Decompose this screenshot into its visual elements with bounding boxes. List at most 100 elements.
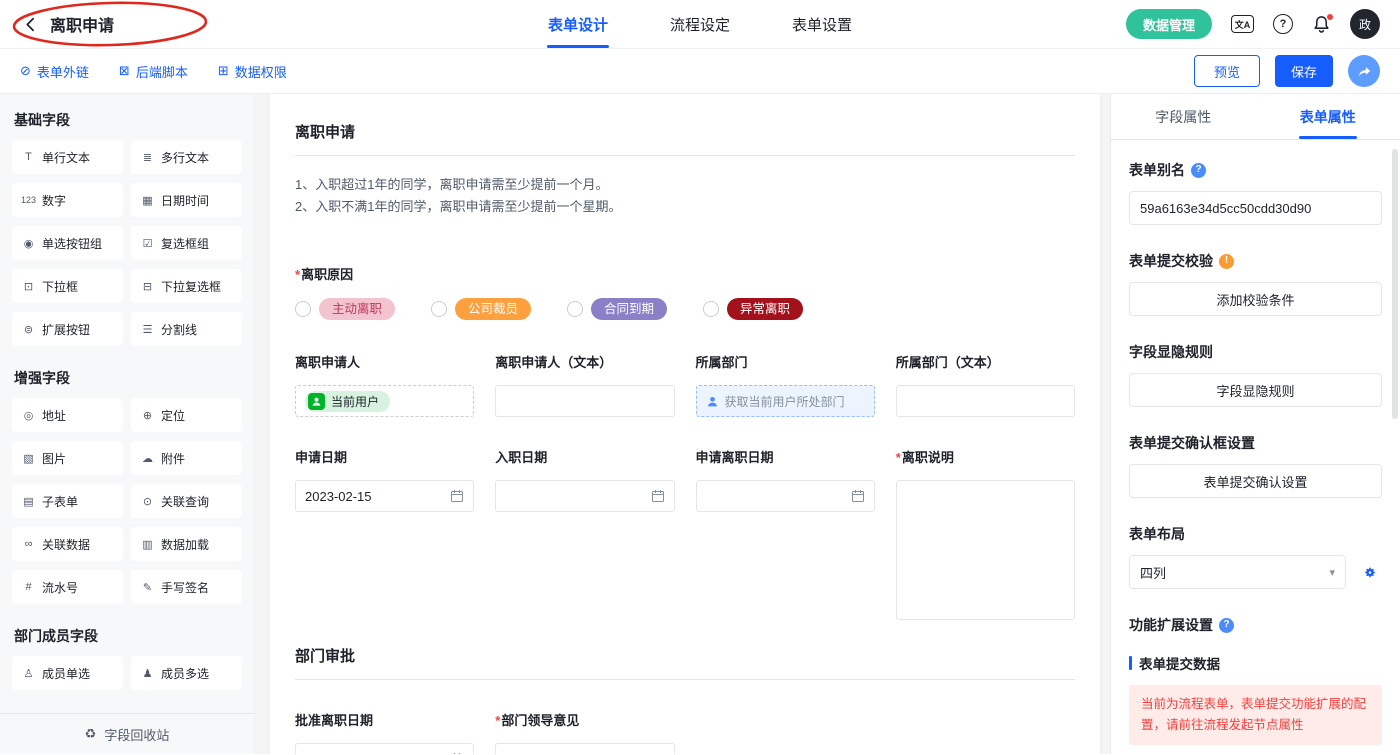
- form-toolbar: ⊘ 表单外链 ⊠ 后端脚本 ⊞ 数据权限 预览 保存: [0, 49, 1400, 94]
- radio-option-contract-end[interactable]: 合同到期: [567, 298, 667, 320]
- resign-reason-options: 主动离职 公司裁员 合同到期 异常离职: [295, 298, 1075, 320]
- department-input[interactable]: 获取当前用户所处部门: [696, 385, 875, 417]
- approve-date-input[interactable]: [295, 743, 474, 754]
- field-resign-note: *离职说明: [896, 449, 1075, 620]
- calendar-icon: [851, 489, 865, 503]
- data-permission-link[interactable]: ⊞ 数据权限: [218, 62, 287, 81]
- leader-opinion-textarea[interactable]: [495, 743, 674, 754]
- field-type-image[interactable]: ▧图片: [12, 441, 123, 475]
- field-type-single-line-text[interactable]: T单行文本: [12, 140, 123, 174]
- enhanced-fields-grid: ◎地址 ⊕定位 ▧图片 ☁附件 ▤子表单 ⊙关联查询 ∞关联数据 ▥数据加载 #…: [12, 398, 242, 604]
- field-type-data-load[interactable]: ▥数据加载: [131, 527, 242, 561]
- linked-query-icon: ⊙: [140, 495, 155, 508]
- validation-warning-icon[interactable]: !: [1219, 254, 1234, 269]
- option-pill: 公司裁员: [455, 298, 531, 320]
- current-user-tag: 当前用户: [305, 391, 390, 412]
- checkbox-group-icon: ☑: [140, 237, 155, 250]
- option-pill: 主动离职: [319, 298, 395, 320]
- calendar-icon: [651, 489, 665, 503]
- field-type-address[interactable]: ◎地址: [12, 398, 123, 432]
- extension-help-icon[interactable]: ?: [1219, 618, 1234, 633]
- back-icon[interactable]: [20, 14, 40, 34]
- submit-confirm-button[interactable]: 表单提交确认设置: [1129, 464, 1382, 498]
- field-type-attachment[interactable]: ☁附件: [131, 441, 242, 475]
- field-visibility-button[interactable]: 字段显隐规则: [1129, 373, 1382, 407]
- preview-button[interactable]: 预览: [1194, 55, 1260, 87]
- attachment-icon: ☁: [140, 452, 155, 465]
- field-department: 所属部门 获取当前用户所处部门: [696, 354, 875, 417]
- layout-select[interactable]: 四列 ▾: [1129, 555, 1346, 589]
- field-type-member-multi[interactable]: ♟成员多选: [131, 656, 242, 690]
- form-layout-group: 表单布局 四列 ▾: [1129, 524, 1382, 589]
- radio-icon[interactable]: [431, 301, 447, 317]
- form-external-link[interactable]: ⊘ 表单外链: [20, 62, 89, 81]
- tab-form-setting[interactable]: 表单设置: [792, 0, 852, 48]
- field-type-extend-button[interactable]: ⊜扩展按钮: [12, 312, 123, 346]
- resign-date-input[interactable]: [696, 480, 875, 512]
- radio-icon[interactable]: [703, 301, 719, 317]
- applicant-input[interactable]: 当前用户: [295, 385, 474, 417]
- form-canvas: 离职申请 1、入职超过1年的同学，离职申请需至少提前一个月。 2、入职不满1年的…: [255, 94, 1110, 754]
- field-type-divider[interactable]: ☰分割线: [131, 312, 242, 346]
- field-type-multi-line-text[interactable]: ≣多行文本: [131, 140, 242, 174]
- resign-note-textarea[interactable]: [896, 480, 1075, 620]
- image-icon: ▧: [21, 452, 36, 465]
- tab-form-properties[interactable]: 表单属性: [1256, 94, 1400, 139]
- header-right: 数据管理 文A ? 政: [1126, 9, 1380, 39]
- divider-icon: ☰: [140, 323, 155, 336]
- notification-bell-icon[interactable]: [1312, 15, 1331, 34]
- field-type-linked-data[interactable]: ∞关联数据: [12, 527, 123, 561]
- help-icon[interactable]: ?: [1273, 14, 1293, 34]
- radio-option-abnormal[interactable]: 异常离职: [703, 298, 803, 320]
- tab-form-design[interactable]: 表单设计: [548, 0, 608, 48]
- field-type-location[interactable]: ⊕定位: [131, 398, 242, 432]
- field-type-serial-number[interactable]: #流水号: [12, 570, 123, 604]
- save-button[interactable]: 保存: [1275, 55, 1333, 87]
- toolbar-actions: 预览 保存: [1194, 55, 1380, 87]
- field-type-datetime[interactable]: ▦日期时间: [131, 183, 242, 217]
- field-type-subform[interactable]: ▤子表单: [12, 484, 123, 518]
- alias-help-icon[interactable]: ?: [1191, 163, 1206, 178]
- radio-icon[interactable]: [295, 301, 311, 317]
- properties-body: 表单别名 ? 表单提交校验 ! 添加校验条件 字段显隐规则 字段显隐规则 表单: [1111, 140, 1400, 754]
- data-load-icon: ▥: [140, 538, 155, 551]
- field-resign-date: 申请离职日期: [696, 449, 875, 512]
- option-pill: 合同到期: [591, 298, 667, 320]
- submit-data-subheading: 表单提交数据: [1129, 653, 1382, 673]
- required-mark: *: [495, 713, 500, 728]
- field-type-select[interactable]: ⊡下拉框: [12, 269, 123, 303]
- form-description: 1、入职超过1年的同学，离职申请需至少提前一个月。 2、入职不满1年的同学，离职…: [295, 174, 1075, 218]
- field-type-multi-select[interactable]: ⊟下拉复选框: [131, 269, 242, 303]
- tab-flow-setting[interactable]: 流程设定: [670, 0, 730, 48]
- field-recycle-bin[interactable]: ♻ 字段回收站: [0, 713, 254, 754]
- language-icon[interactable]: 文A: [1231, 15, 1254, 33]
- department-text-input[interactable]: [896, 385, 1075, 417]
- tab-field-properties[interactable]: 字段属性: [1111, 94, 1256, 139]
- radio-option-voluntary[interactable]: 主动离职: [295, 298, 395, 320]
- radio-icon[interactable]: [567, 301, 583, 317]
- single-line-text-icon: T: [21, 151, 36, 163]
- backend-script-link[interactable]: ⊠ 后端脚本: [119, 62, 188, 81]
- radio-option-layoff[interactable]: 公司裁员: [431, 298, 531, 320]
- field-type-radio-group[interactable]: ◉单选按钮组: [12, 226, 123, 260]
- field-type-number[interactable]: 123数字: [12, 183, 123, 217]
- share-icon: [1357, 64, 1372, 79]
- hire-date-input[interactable]: [495, 480, 674, 512]
- field-hire-date: 入职日期: [495, 449, 674, 512]
- share-button[interactable]: [1348, 55, 1380, 87]
- department-user-icon: [706, 395, 719, 408]
- field-type-signature[interactable]: ✎手写签名: [131, 570, 242, 604]
- applicant-text-input[interactable]: [495, 385, 674, 417]
- extension-settings-group: 功能扩展设置 ? 表单提交数据 当前为流程表单，表单提交功能扩展的配置，请前往流…: [1129, 615, 1382, 754]
- add-validation-button[interactable]: 添加校验条件: [1129, 282, 1382, 316]
- form-alias-input[interactable]: [1129, 191, 1382, 225]
- data-manage-button[interactable]: 数据管理: [1126, 9, 1212, 39]
- field-type-linked-query[interactable]: ⊙关联查询: [131, 484, 242, 518]
- description-line-1: 1、入职超过1年的同学，离职申请需至少提前一个月。: [295, 174, 1075, 196]
- field-type-checkbox-group[interactable]: ☑复选框组: [131, 226, 242, 260]
- apply-date-input[interactable]: 2023-02-15: [295, 480, 474, 512]
- panel-scrollbar[interactable]: [1392, 149, 1398, 419]
- field-type-member-single[interactable]: ♙成员单选: [12, 656, 123, 690]
- layout-settings-button[interactable]: [1358, 560, 1382, 584]
- avatar[interactable]: 政: [1350, 9, 1380, 39]
